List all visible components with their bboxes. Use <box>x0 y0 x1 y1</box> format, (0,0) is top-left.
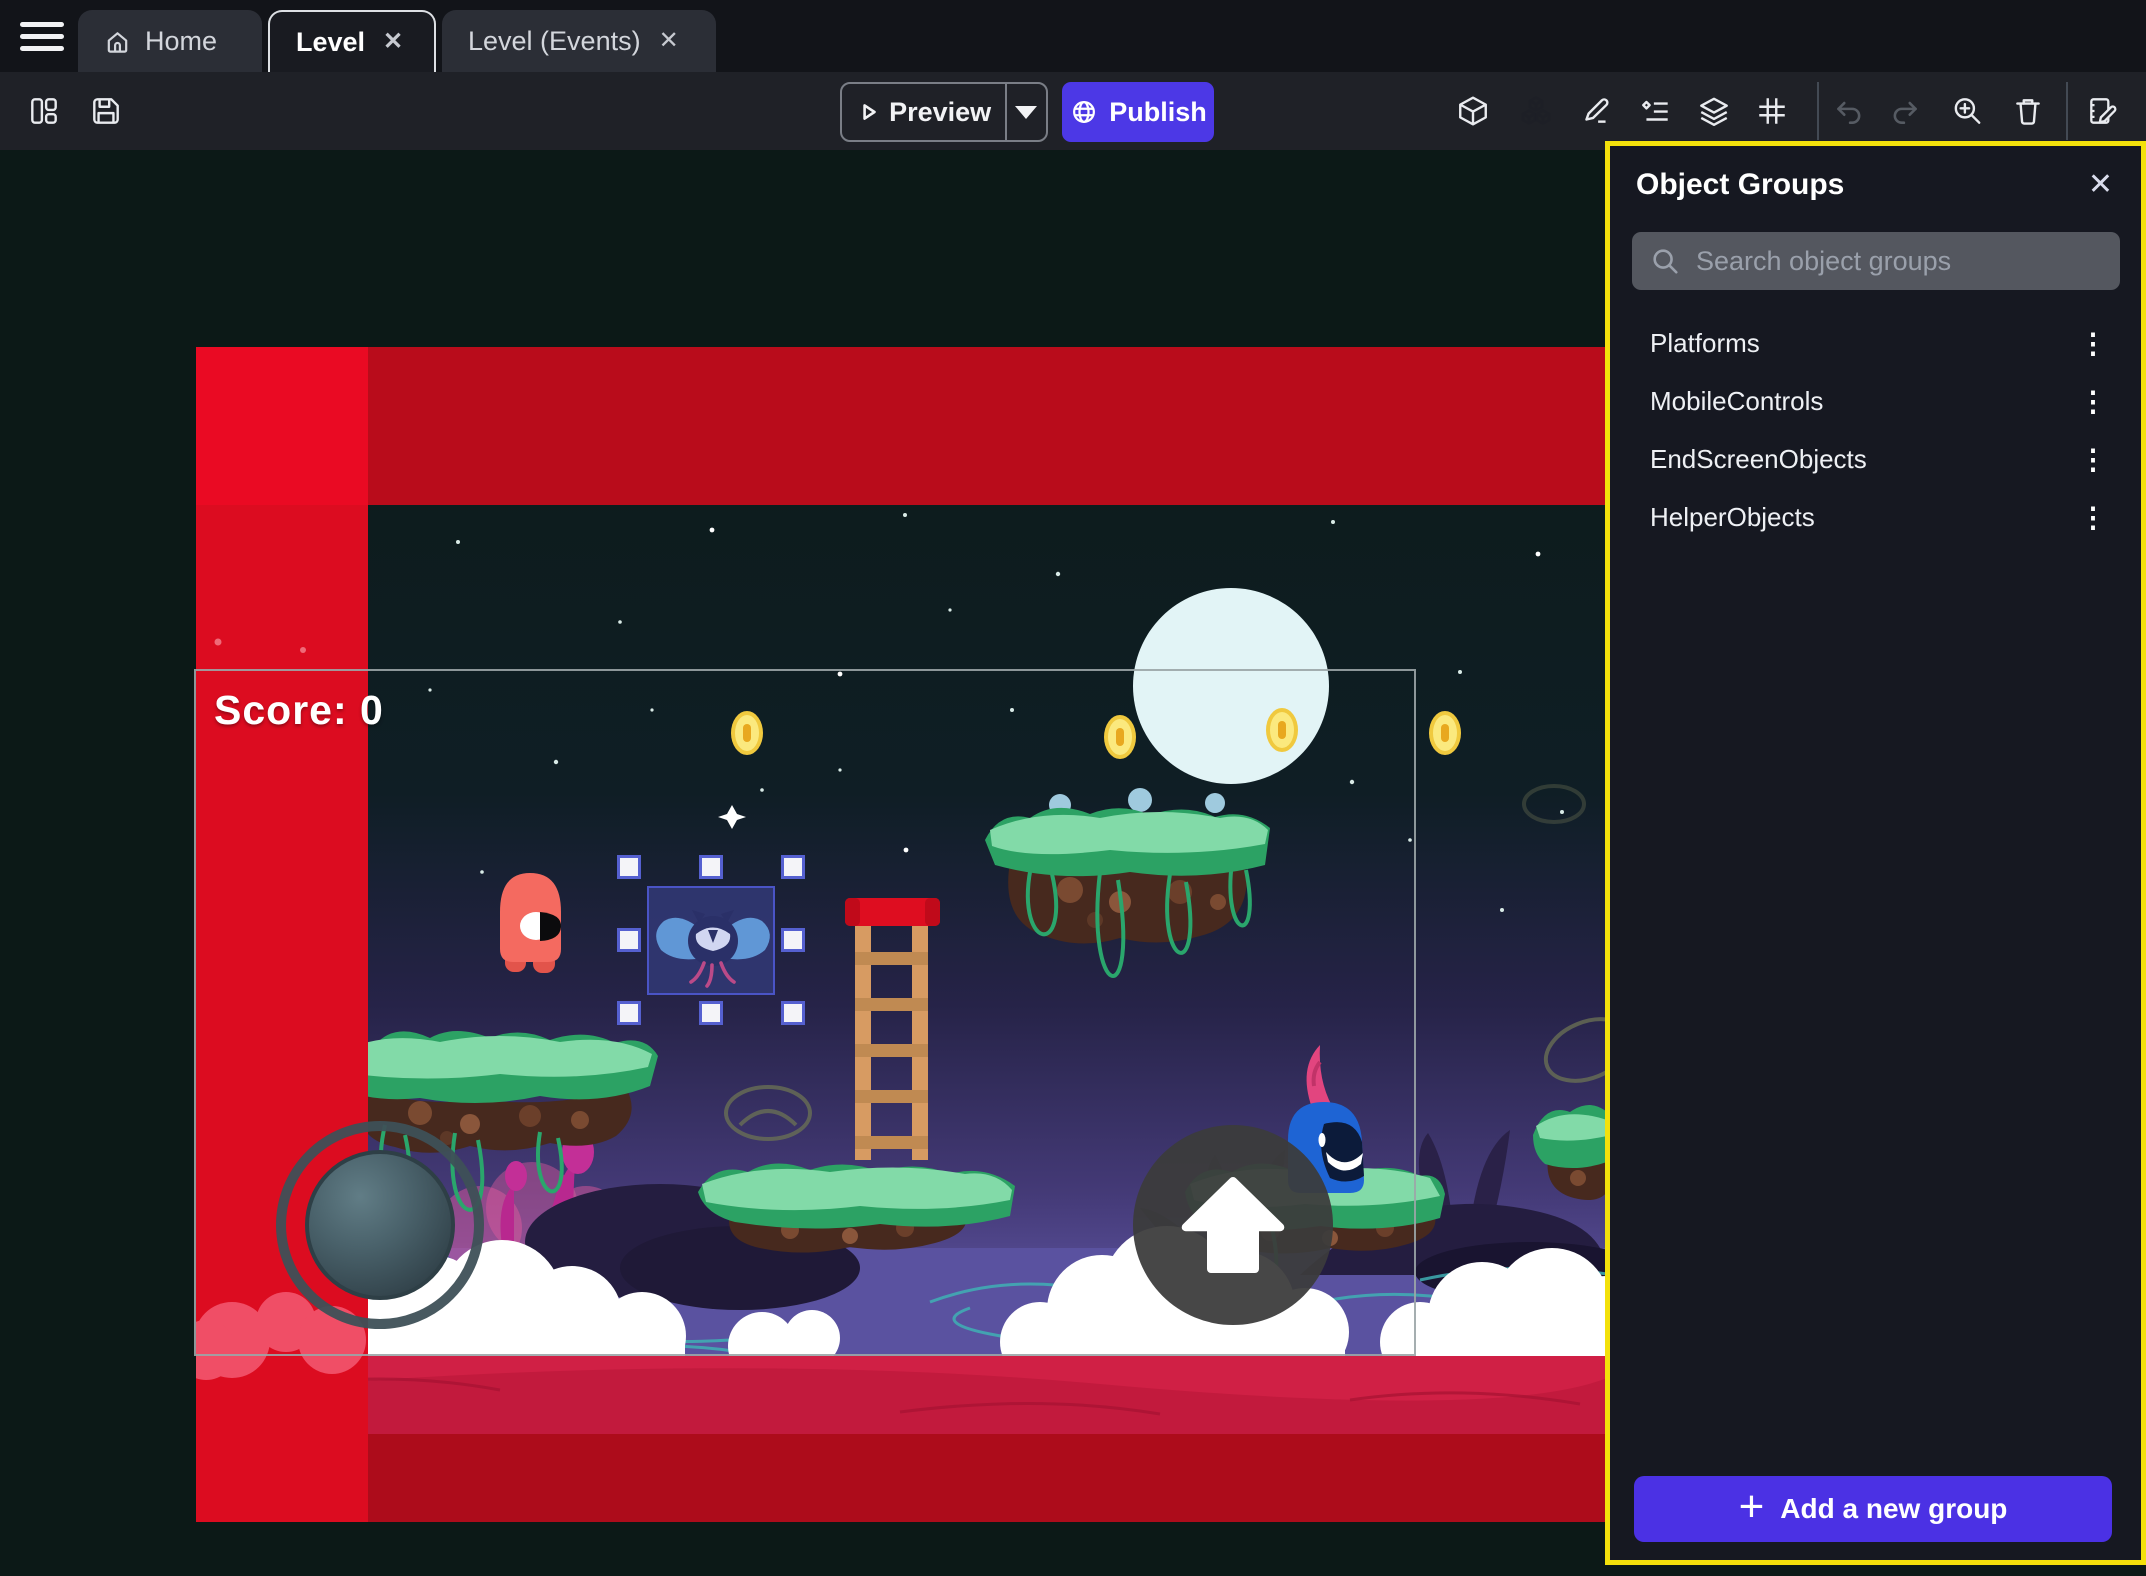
add-group-label: Add a new group <box>1780 1493 2007 1525</box>
object-group-list: Platforms ⋮ MobileControls ⋮ EndScreenOb… <box>1610 314 2141 546</box>
group-name: HelperObjects <box>1650 502 1815 533</box>
publish-button[interactable]: Publish <box>1062 82 1214 142</box>
preview-button[interactable]: Preview <box>840 82 1048 142</box>
search-icon <box>1650 246 1680 276</box>
instances-list-icon[interactable] <box>1639 94 1673 128</box>
divider <box>2066 82 2068 140</box>
object-groups-panel: Object Groups ✕ Platforms ⋮ MobileContro… <box>1605 141 2146 1565</box>
grid-icon[interactable] <box>1755 94 1789 128</box>
group-row-helperobjects[interactable]: HelperObjects ⋮ <box>1610 488 2141 546</box>
tab-home[interactable]: Home <box>78 10 262 72</box>
selection-rectangle[interactable] <box>647 886 775 995</box>
app-window: Home Level ✕ Level (Events) ✕ Preview Pu… <box>0 0 2146 1576</box>
undo-icon[interactable] <box>1831 94 1865 128</box>
edit-properties-icon[interactable] <box>2086 94 2120 128</box>
close-tab-icon[interactable]: ✕ <box>655 25 683 57</box>
group-row-endscreenobjects[interactable]: EndScreenObjects ⋮ <box>1610 430 2141 488</box>
layers-icon[interactable] <box>1697 94 1731 128</box>
save-icon[interactable] <box>89 94 123 128</box>
selection-handle-n[interactable] <box>699 855 723 879</box>
group-name: MobileControls <box>1650 386 1823 417</box>
selection-handle-s[interactable] <box>699 1001 723 1025</box>
home-icon <box>104 28 131 55</box>
toggle-panels-icon[interactable] <box>27 94 61 128</box>
group-row-platforms[interactable]: Platforms ⋮ <box>1610 314 2141 372</box>
kebab-menu-icon[interactable]: ⋮ <box>2071 441 2115 478</box>
kebab-menu-icon[interactable]: ⋮ <box>2071 383 2115 420</box>
selection-handle-ne[interactable] <box>781 855 805 879</box>
search-box[interactable] <box>1632 232 2120 290</box>
play-icon <box>858 97 879 127</box>
editor-toolbar: Preview Publish <box>0 72 2146 150</box>
panel-title: Object Groups <box>1636 168 1844 202</box>
score-text: Score: 0 <box>214 687 384 734</box>
joystick-knob[interactable] <box>305 1150 455 1300</box>
kebab-menu-icon[interactable]: ⋮ <box>2071 499 2115 536</box>
tab-level-events[interactable]: Level (Events) ✕ <box>442 10 716 72</box>
virtual-joystick[interactable] <box>276 1121 484 1329</box>
search-input[interactable] <box>1694 245 2120 278</box>
selection-handle-w[interactable] <box>617 928 641 952</box>
group-name: Platforms <box>1650 328 1760 359</box>
zoom-in-icon[interactable] <box>1950 94 1984 128</box>
close-panel-icon[interactable]: ✕ <box>2082 168 2119 202</box>
close-tab-icon[interactable]: ✕ <box>379 26 407 58</box>
group-row-mobilecontrols[interactable]: MobileControls ⋮ <box>1610 372 2141 430</box>
up-arrow-icon <box>1178 1170 1288 1280</box>
tab-level[interactable]: Level ✕ <box>268 10 436 72</box>
edit-scene-icon[interactable] <box>1579 94 1613 128</box>
delete-icon[interactable] <box>2011 94 2045 128</box>
chevron-down-icon <box>1015 106 1037 119</box>
object-groups-icon[interactable] <box>1519 94 1553 128</box>
redo-icon[interactable] <box>1889 94 1923 128</box>
group-name: EndScreenObjects <box>1650 444 1867 475</box>
divider <box>1817 82 1819 140</box>
globe-icon <box>1069 97 1099 127</box>
tab-label: Level (Events) <box>468 26 641 57</box>
add-group-button[interactable]: + Add a new group <box>1634 1476 2112 1542</box>
kebab-menu-icon[interactable]: ⋮ <box>2071 325 2115 362</box>
jump-button[interactable] <box>1133 1125 1333 1325</box>
publish-label: Publish <box>1109 97 1207 128</box>
tab-label: Home <box>145 26 217 57</box>
tab-label: Level <box>296 27 365 58</box>
main-menu-icon[interactable] <box>20 22 64 52</box>
preview-options-button[interactable] <box>1007 106 1046 119</box>
preview-label: Preview <box>889 97 991 128</box>
selection-handle-sw[interactable] <box>617 1001 641 1025</box>
selection-handle-se[interactable] <box>781 1001 805 1025</box>
tab-bar: Home Level ✕ Level (Events) ✕ <box>0 0 2146 72</box>
objects-list-icon[interactable] <box>1456 94 1490 128</box>
selection-handle-e[interactable] <box>781 928 805 952</box>
selection-handle-nw[interactable] <box>617 855 641 879</box>
